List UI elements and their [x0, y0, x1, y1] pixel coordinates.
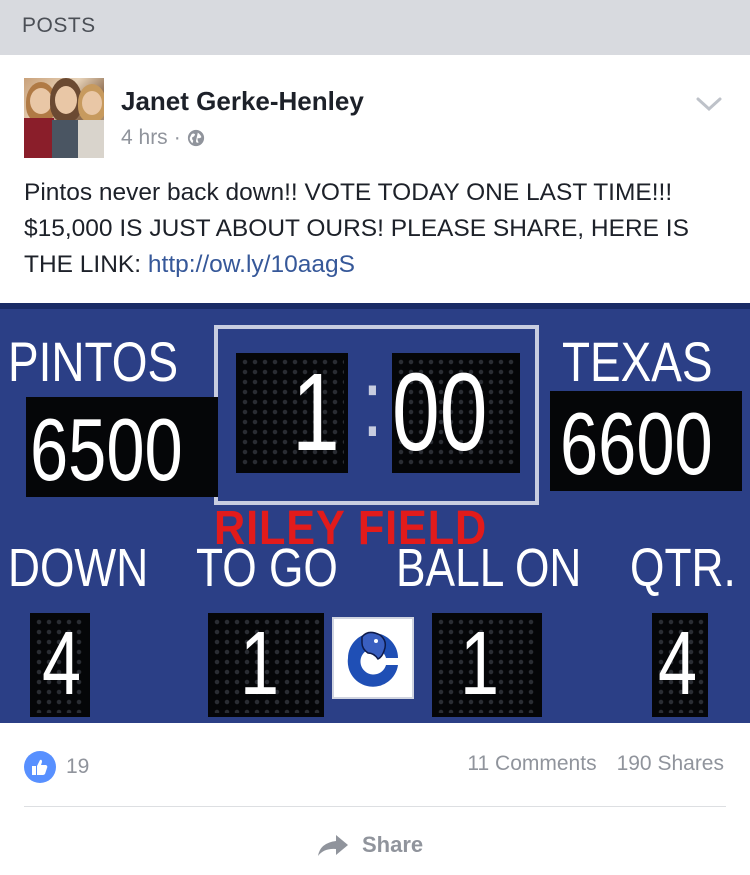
divider — [24, 806, 726, 807]
down-label: DOWN — [8, 538, 149, 598]
globe-icon — [187, 129, 204, 147]
engagement-counts: 11 Comments 190 Shares — [467, 752, 724, 776]
meta-separator: · — [173, 126, 181, 149]
ballon-value: 1 — [460, 614, 500, 714]
share-button[interactable]: Share — [316, 832, 423, 858]
section-title: POSTS — [22, 14, 96, 37]
away-score: 6600 — [560, 394, 713, 493]
home-label: PINTOS — [8, 330, 179, 393]
post-photo[interactable]: PINTOS 6500 TEXAS 6600 1 : 00 RILEY FIEL… — [0, 303, 750, 723]
down-value: 4 — [42, 614, 82, 714]
clock-minutes: 1 — [292, 351, 340, 474]
clock-seconds: 00 — [392, 351, 488, 474]
share-arrow-icon — [318, 835, 348, 856]
team-logo — [332, 617, 414, 699]
post-time[interactable]: 4 hrs — [121, 126, 168, 150]
chevron-down-icon[interactable] — [695, 95, 723, 113]
horse-logo-icon — [347, 631, 398, 687]
like-count: 19 — [66, 755, 90, 778]
share-label: Share — [362, 832, 424, 857]
share-count[interactable]: 190 Shares — [617, 752, 724, 776]
post-card: Janet Gerke-Henley 4 hrs · Pintos never … — [0, 55, 750, 875]
post-body: Pintos never back down!! VOTE TODAY ONE … — [24, 179, 689, 278]
away-label: TEXAS — [562, 330, 713, 393]
qtr-value: 4 — [658, 614, 698, 714]
like-icon — [24, 751, 56, 783]
togo-value: 1 — [240, 614, 280, 714]
qtr-label: QTR. — [630, 538, 736, 598]
comment-count[interactable]: 11 Comments — [467, 752, 596, 776]
togo-label: TO GO — [196, 538, 338, 598]
ballon-label: BALL ON — [396, 538, 582, 598]
post-text: Pintos never back down!! VOTE TODAY ONE … — [24, 175, 724, 283]
clock-colon: : — [362, 350, 383, 457]
home-score: 6500 — [30, 400, 183, 499]
post-link[interactable]: http://ow.ly/10aagS — [148, 251, 355, 278]
avatar[interactable] — [24, 78, 104, 158]
author-name[interactable]: Janet Gerke-Henley — [121, 86, 364, 117]
section-header: POSTS — [0, 0, 750, 55]
post-meta: 4 hrs · — [121, 126, 205, 150]
reaction-summary[interactable]: 19 — [24, 751, 89, 783]
